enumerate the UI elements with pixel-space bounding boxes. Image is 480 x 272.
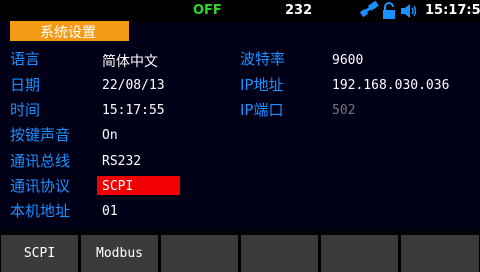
softkey-modbus[interactable]: Modbus xyxy=(81,235,158,272)
date-label: 日期 xyxy=(10,76,41,94)
softkey-3[interactable] xyxy=(161,235,238,272)
softkey-4[interactable] xyxy=(241,235,318,272)
clock: 15:17:55 xyxy=(425,3,480,18)
device-address-label: 本机地址 xyxy=(10,202,71,220)
softkey-scpi[interactable]: SCPI xyxy=(1,235,78,272)
speaker-icon xyxy=(401,4,417,18)
softkey-5[interactable] xyxy=(321,235,398,272)
softkey-bar: SCPI Modbus xyxy=(0,231,480,272)
device-address-value[interactable]: 01 xyxy=(102,204,118,219)
status-bar: OFF 232 15:17:55 xyxy=(0,0,480,22)
page-title: 系统设置 xyxy=(40,25,96,41)
baud-rate-value[interactable]: 9600 xyxy=(332,53,363,68)
device-screen: OFF 232 15:17:55 系统设置 语言 简体中文 日期 22/08/1… xyxy=(0,0,480,272)
system-settings-tab[interactable]: 系统设置 xyxy=(10,21,129,41)
comm-protocol-label: 通讯协议 xyxy=(10,177,71,195)
comm-bus-label: 通讯总线 xyxy=(10,152,71,170)
language-value[interactable]: 简体中文 xyxy=(102,51,158,71)
output-state-indicator: OFF xyxy=(193,3,222,18)
softkey-6[interactable] xyxy=(401,235,479,272)
time-value[interactable]: 15:17:55 xyxy=(102,103,165,118)
ip-address-value[interactable]: 192.168.030.036 xyxy=(332,78,449,93)
lock-icon xyxy=(383,2,395,19)
language-label: 语言 xyxy=(10,50,41,68)
key-sound-value[interactable]: On xyxy=(102,128,118,143)
date-value[interactable]: 22/08/13 xyxy=(102,78,165,93)
ip-port-label: IP端口 xyxy=(240,101,284,119)
time-label: 时间 xyxy=(10,101,41,119)
comm-protocol-value[interactable]: SCPI xyxy=(102,179,133,194)
usb-icon xyxy=(360,1,379,18)
comm-bus-value[interactable]: RS232 xyxy=(102,154,141,169)
key-sound-label: 按键声音 xyxy=(10,126,71,144)
ip-address-label: IP地址 xyxy=(240,76,284,94)
ip-port-value[interactable]: 502 xyxy=(332,103,355,118)
baud-rate-label: 波特率 xyxy=(240,50,286,68)
status-count: 232 xyxy=(285,3,313,18)
